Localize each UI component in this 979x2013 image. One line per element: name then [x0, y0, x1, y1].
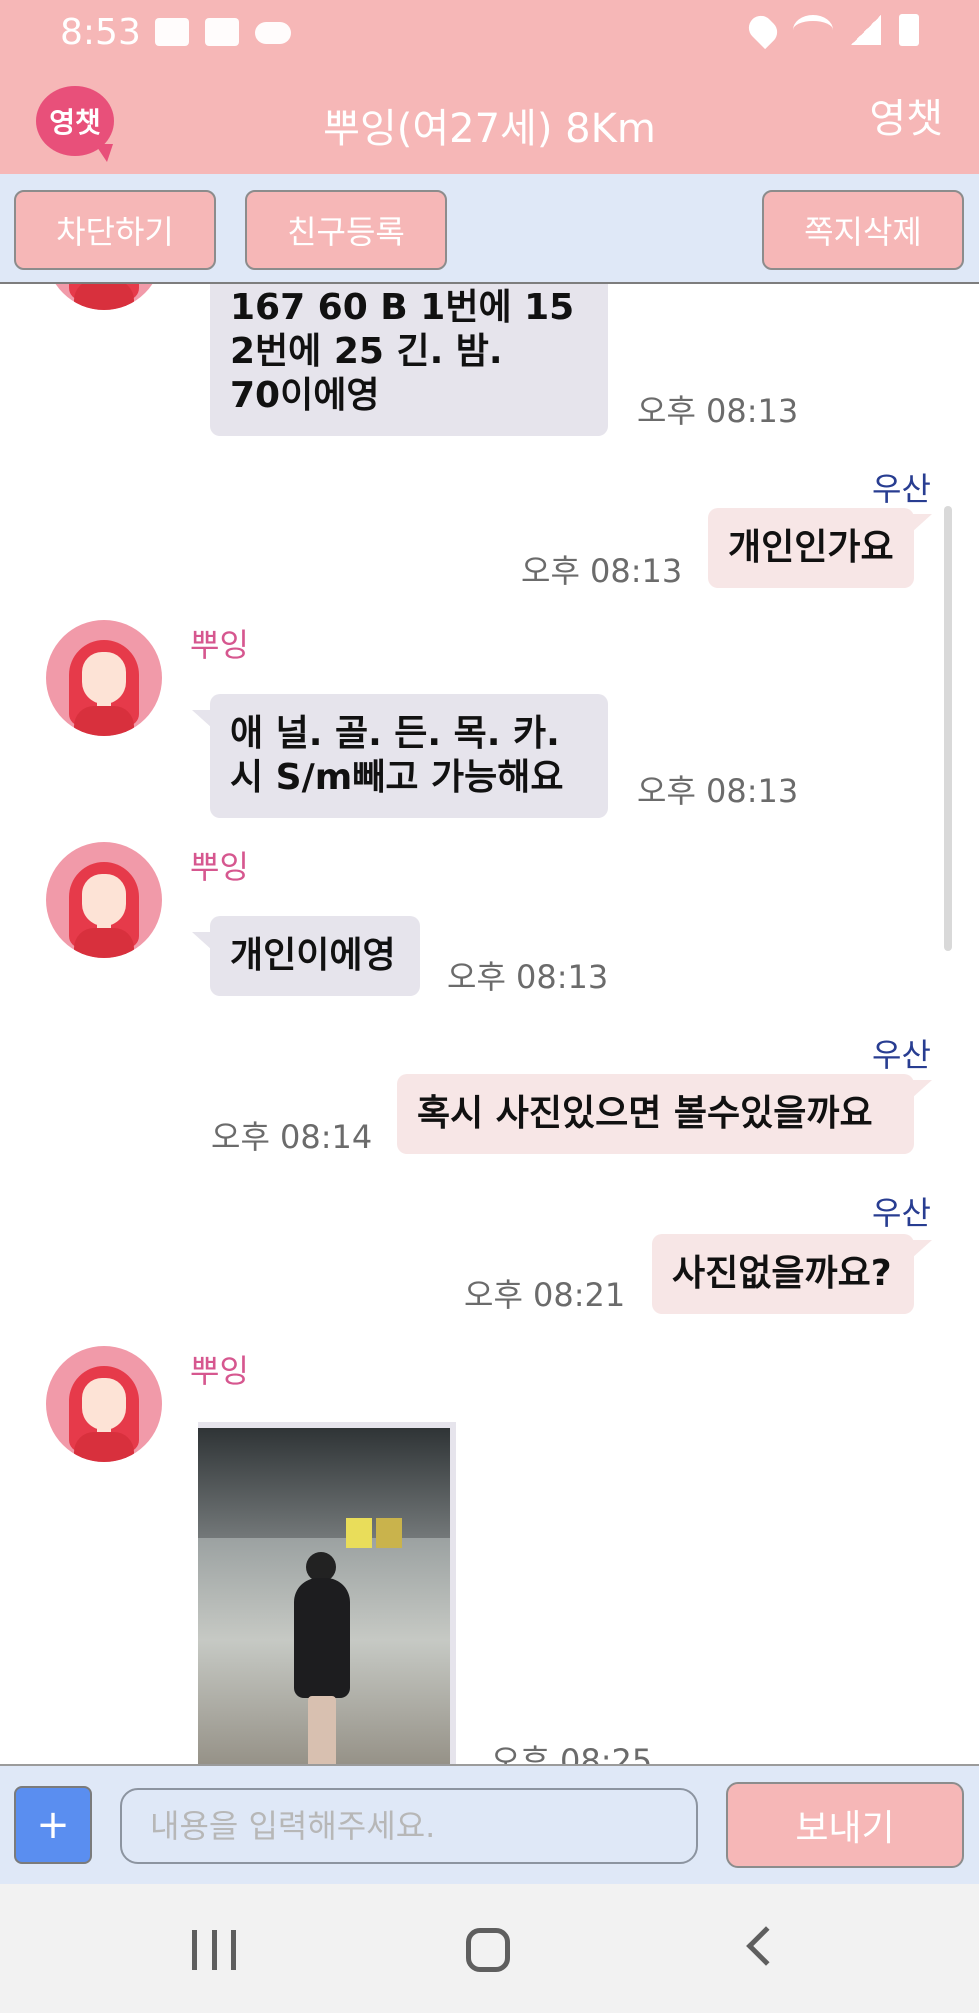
sender-name-me: 우산	[872, 1194, 931, 1232]
message-time: 오후 08:14	[211, 1118, 373, 1156]
bubble-tail	[912, 514, 932, 532]
message-bubble-received[interactable]: 애 널. 골. 든. 목. 카. 시 S/m빼고 가능해요	[210, 694, 608, 818]
signal-icon	[851, 15, 881, 45]
partner-avatar[interactable]	[46, 842, 162, 958]
status-left-icons	[155, 18, 291, 46]
sender-name-partner: 뿌잉	[190, 626, 249, 664]
youtube-icon	[205, 18, 239, 46]
message-time: 오후 08:13	[637, 772, 799, 810]
chat-message-list[interactable]: 167 60 B 1번에 15 2번에 25 긴. 밤. 70이에영 오후 08…	[0, 284, 979, 1764]
bubble-tail	[192, 710, 212, 728]
back-icon[interactable]	[746, 1926, 786, 1966]
message-input-bar: + 보내기	[0, 1764, 979, 1884]
chat-partner-title: 뿌잉(여27세) 8Km	[323, 106, 656, 152]
partner-avatar[interactable]	[46, 620, 162, 736]
recent-apps-icon[interactable]	[192, 1930, 236, 1970]
battery-icon	[899, 14, 919, 46]
sender-name-me: 우산	[872, 470, 931, 508]
message-input[interactable]	[120, 1788, 698, 1864]
photo-attachment[interactable]	[198, 1422, 456, 1764]
sender-name-me: 우산	[872, 1036, 931, 1074]
bubble-tail	[912, 1240, 932, 1258]
message-time: 오후 08:13	[521, 552, 683, 590]
wifi-icon	[793, 15, 833, 45]
send-button[interactable]: 보내기	[726, 1782, 964, 1868]
system-nav-bar	[0, 1884, 979, 2013]
status-right-icons	[743, 10, 919, 50]
header-app-name[interactable]: 영챗	[869, 86, 943, 144]
message-time: 오후 08:25	[491, 1742, 653, 1764]
attach-plus-button[interactable]: +	[14, 1786, 92, 1864]
message-bubble-received[interactable]: 개인이에영	[210, 916, 420, 996]
add-friend-button[interactable]: 친구등록	[245, 190, 447, 270]
chat-toolbar: 차단하기 친구등록 쪽지삭제	[0, 174, 979, 284]
delete-message-button[interactable]: 쪽지삭제	[762, 190, 964, 270]
bubble-tail	[912, 1080, 932, 1098]
message-time: 오후 08:13	[637, 392, 799, 430]
sender-name-partner: 뿌잉	[190, 1352, 249, 1390]
cloud-icon	[255, 22, 291, 44]
message-bubble-received[interactable]: 167 60 B 1번에 15 2번에 25 긴. 밤. 70이에영	[210, 284, 608, 436]
status-bar: 8:53	[0, 0, 979, 66]
message-bubble-sent[interactable]: 사진없을까요?	[652, 1234, 914, 1314]
sender-name-partner: 뿌잉	[190, 848, 249, 886]
message-time: 오후 08:13	[447, 958, 609, 996]
partner-avatar[interactable]	[46, 1346, 162, 1462]
block-button[interactable]: 차단하기	[14, 190, 216, 270]
image-icon	[155, 18, 189, 46]
home-icon[interactable]	[466, 1928, 510, 1972]
partner-avatar[interactable]	[46, 284, 162, 310]
location-pin-icon	[743, 10, 783, 50]
message-bubble-sent[interactable]: 혹시 사진있으면 볼수있을까요	[397, 1074, 914, 1154]
message-time: 오후 08:21	[464, 1276, 626, 1314]
message-bubble-sent[interactable]: 개인인가요	[708, 508, 914, 588]
chat-scrollbar[interactable]	[944, 506, 952, 951]
bubble-tail	[192, 932, 212, 950]
status-time: 8:53	[60, 12, 141, 53]
app-header: 영챗 뿌잉(여27세) 8Km 영챗	[0, 66, 979, 174]
